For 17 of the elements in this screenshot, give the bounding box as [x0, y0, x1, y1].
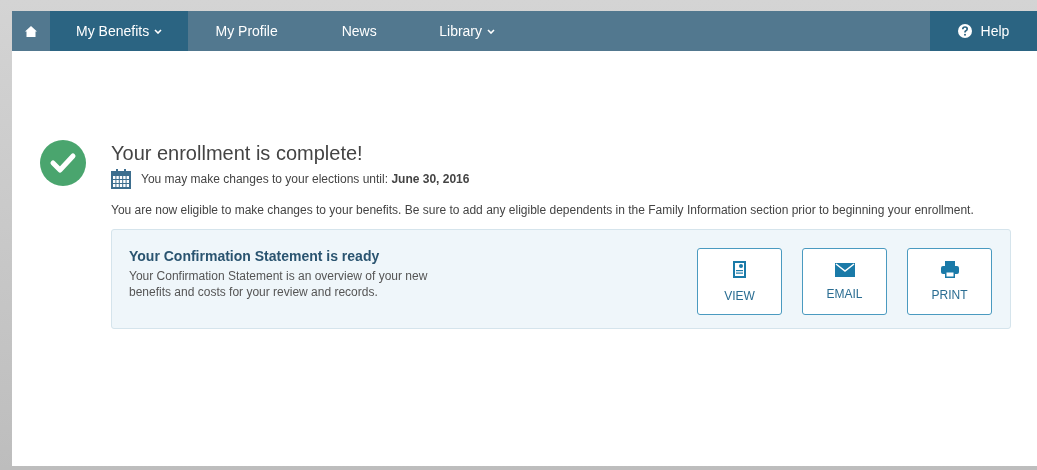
print-button[interactable]: PRINT: [907, 248, 992, 315]
envelope-icon: [834, 262, 855, 277]
notice-text: You are now eligible to make changes to your benefits. Be sure to add any eligible dependents in the Family Information section prior to beginning your enrollment.: [111, 203, 975, 217]
deadline-text: You may make changes to your elections until: June 30, 2016: [141, 172, 470, 186]
view-button[interactable]: VIEW: [697, 248, 782, 315]
help-button[interactable]: Help: [930, 11, 1037, 51]
calendar-icon: [111, 169, 131, 189]
nav-tab[interactable]: My Benefits: [50, 11, 189, 51]
statement-description: Your Confirmation Statement is an overview of your new benefits and costs for your review and records.: [129, 268, 429, 300]
success-check-icon: [40, 140, 86, 186]
printer-icon: [940, 261, 959, 278]
help-icon: [957, 24, 972, 38]
statement-title: Your Confirmation Statement is ready: [129, 248, 381, 264]
status-title: Your enrollment is complete!: [111, 141, 364, 165]
document-icon: [732, 260, 747, 279]
home-icon: [25, 25, 37, 37]
email-button[interactable]: EMAIL: [802, 248, 887, 315]
